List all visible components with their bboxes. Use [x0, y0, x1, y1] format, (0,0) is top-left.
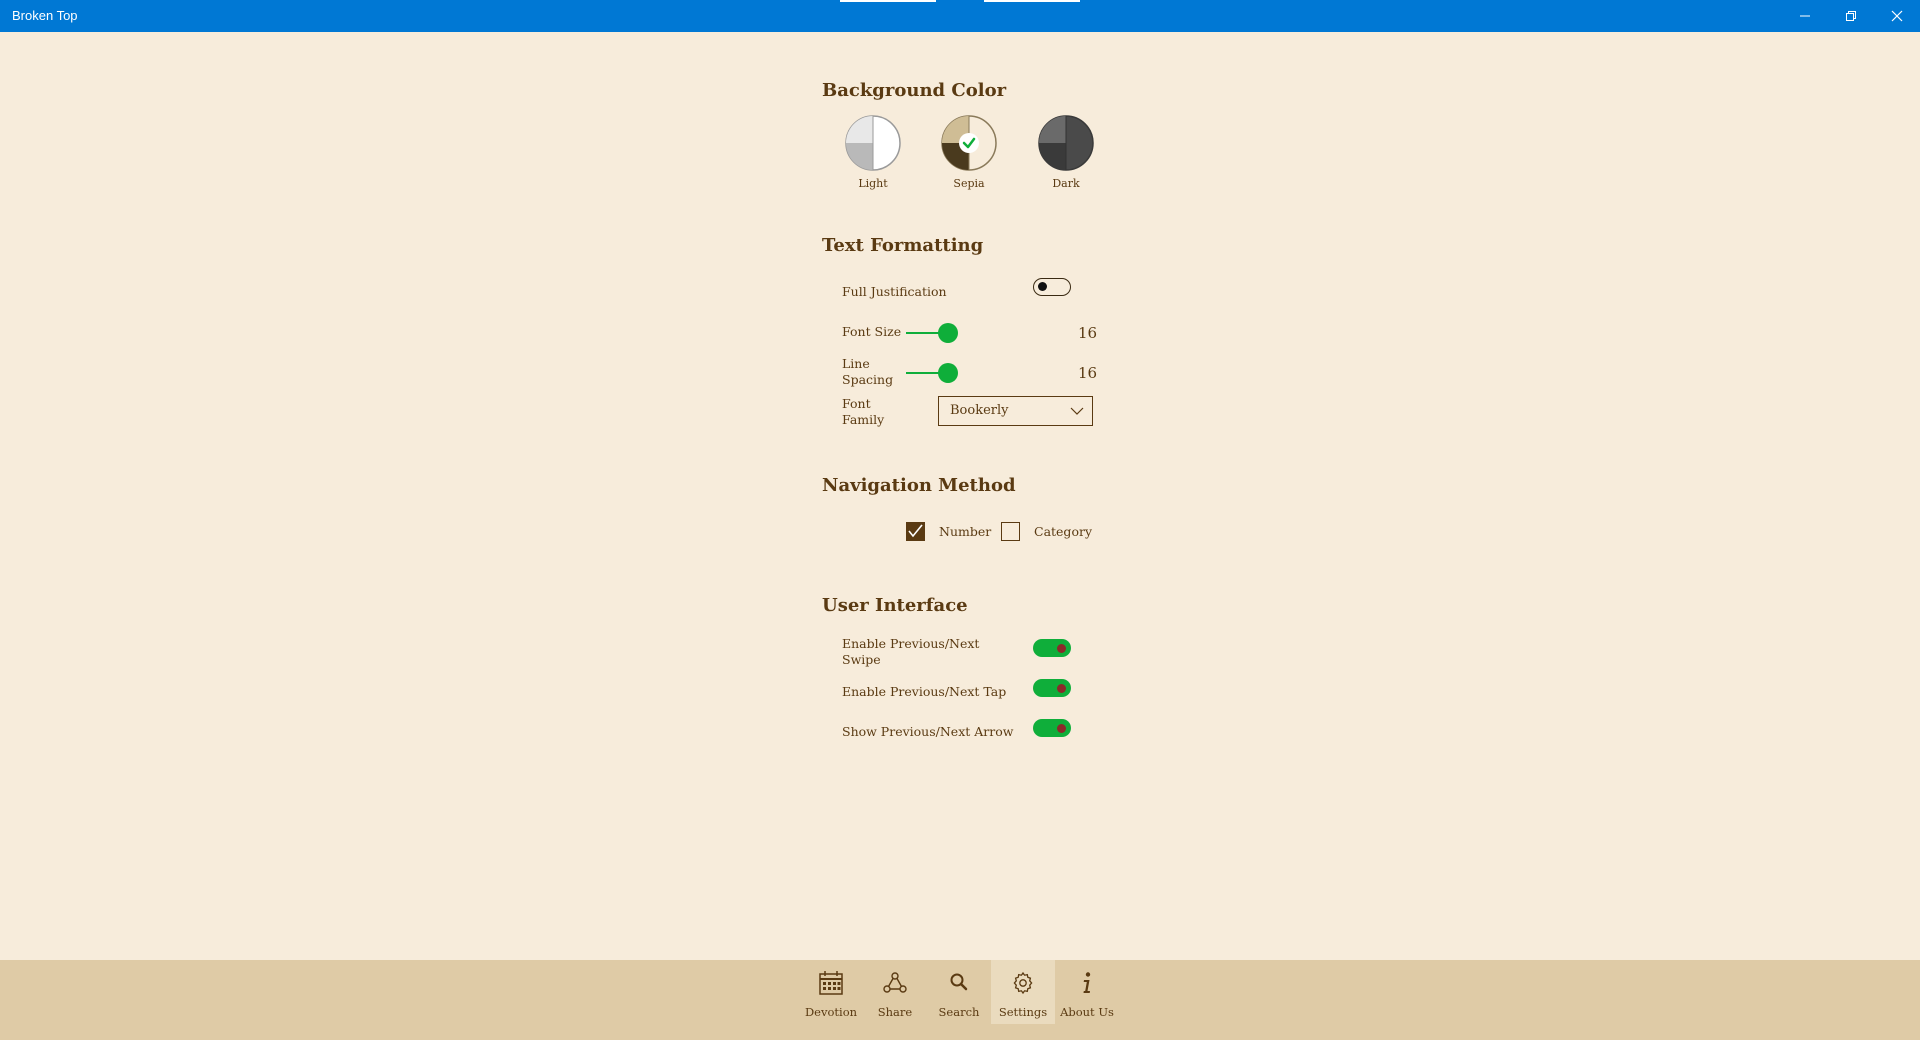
nav-about-us-label: About Us — [1060, 1005, 1114, 1019]
checkmark-icon — [908, 524, 923, 538]
font-family-label-line1: Font — [842, 396, 871, 411]
sepia-theme-label: Sepia — [953, 177, 985, 190]
minimize-button[interactable] — [1782, 0, 1828, 32]
title-bar: Broken Top — [0, 0, 1920, 32]
number-checkbox[interactable] — [906, 522, 925, 541]
user-interface-heading: User Interface — [822, 595, 968, 616]
line-spacing-label-line2: Spacing — [842, 372, 894, 387]
number-option-label: Number — [939, 524, 992, 539]
restore-icon — [1846, 11, 1856, 21]
settings-panel: Background Color Light Sepia Dark Text F… — [822, 32, 1122, 960]
full-justification-label: Full Justification — [842, 284, 947, 299]
nav-about-us[interactable]: About Us — [1055, 960, 1119, 1024]
swipe-toggle[interactable] — [1033, 639, 1071, 657]
font-family-dropdown[interactable]: Bookerly — [938, 396, 1093, 426]
light-theme-label: Light — [858, 177, 888, 190]
font-size-slider[interactable] — [906, 321, 1046, 345]
light-theme-swatch[interactable] — [845, 115, 901, 171]
title-bar-marker — [840, 0, 936, 2]
line-spacing-slider[interactable] — [906, 361, 1046, 385]
title-bar-marker — [984, 0, 1080, 2]
sepia-theme-swatch[interactable] — [941, 115, 997, 171]
close-icon — [1891, 10, 1903, 22]
tap-toggle[interactable] — [1033, 679, 1071, 697]
gear-icon — [1013, 971, 1033, 995]
swipe-label: Enable Previous/Next Swipe — [842, 636, 979, 668]
dark-theme-label: Dark — [1052, 177, 1080, 190]
window-title: Broken Top — [12, 8, 78, 23]
minimize-icon — [1800, 15, 1810, 17]
bottom-navigation-bar: Devotion Share Search Settings About Us — [0, 960, 1920, 1040]
search-icon — [950, 973, 968, 991]
line-spacing-value: 16 — [1078, 364, 1098, 382]
toggle-knob — [1057, 723, 1066, 733]
text-formatting-heading: Text Formatting — [822, 235, 984, 256]
sepia-theme-icon — [941, 115, 997, 171]
category-option-label: Category — [1034, 524, 1093, 539]
category-checkbox[interactable] — [1001, 522, 1020, 541]
slider-thumb[interactable] — [938, 323, 958, 343]
font-size-value: 16 — [1078, 324, 1098, 342]
navigation-method-heading: Navigation Method — [822, 475, 1016, 496]
arrow-label: Show Previous/Next Arrow — [842, 724, 1014, 739]
chevron-down-icon — [1070, 407, 1084, 415]
calendar-icon — [819, 971, 843, 995]
font-family-selected: Bookerly — [950, 403, 1009, 418]
slider-thumb[interactable] — [938, 363, 958, 383]
full-justification-toggle[interactable] — [1033, 278, 1071, 296]
line-spacing-label: Line Spacing — [842, 356, 893, 388]
toggle-knob — [1057, 643, 1066, 653]
font-family-label-line2: Family — [842, 412, 885, 427]
font-size-label: Font Size — [842, 324, 902, 339]
close-button[interactable] — [1874, 0, 1920, 32]
background-color-heading: Background Color — [822, 80, 1007, 101]
dark-theme-icon — [1038, 115, 1094, 171]
font-family-label: Font Family — [842, 396, 884, 428]
swipe-label-line1: Enable Previous/Next — [842, 636, 980, 651]
tap-label: Enable Previous/Next Tap — [842, 684, 1007, 699]
toggle-knob — [1038, 282, 1047, 291]
toggle-knob — [1057, 683, 1066, 693]
dark-theme-swatch[interactable] — [1038, 115, 1094, 171]
share-icon — [883, 972, 907, 993]
restore-button[interactable] — [1828, 0, 1874, 32]
settings-page: Background Color Light Sepia Dark Text F… — [0, 32, 1920, 960]
line-spacing-label-line1: Line — [842, 356, 870, 371]
arrow-toggle[interactable] — [1033, 719, 1071, 737]
light-theme-icon — [845, 115, 901, 171]
info-icon — [1083, 972, 1091, 993]
swipe-label-line2: Swipe — [842, 652, 881, 667]
